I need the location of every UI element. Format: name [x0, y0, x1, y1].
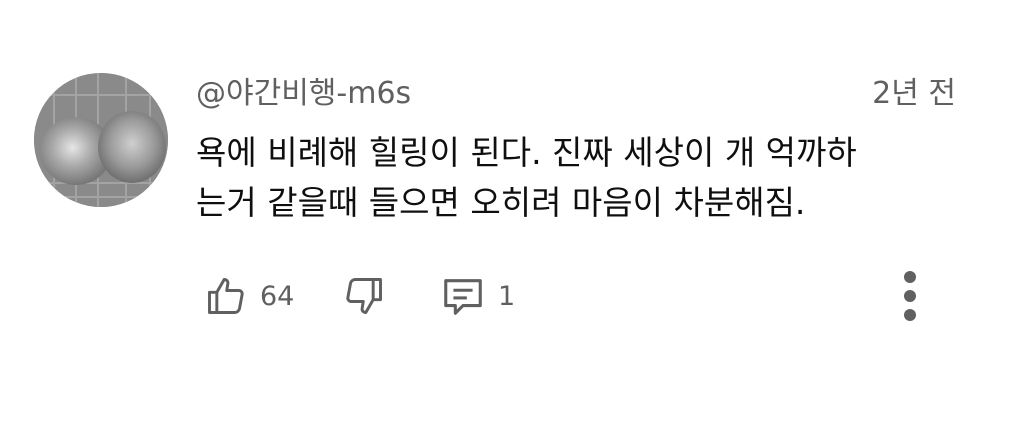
reply-button[interactable]: 1: [440, 272, 515, 320]
avatar[interactable]: [34, 73, 168, 207]
more-vertical-icon: [904, 271, 916, 321]
like-button[interactable]: 64: [204, 272, 294, 320]
comment-icon: [444, 279, 482, 315]
reply-count: 1: [498, 280, 516, 312]
comment-timestamp[interactable]: 2년 전: [872, 74, 956, 114]
like-count: 64: [260, 280, 295, 312]
thumbs-up-icon: [208, 278, 244, 314]
comment-author[interactable]: @야간비행-m6s: [196, 74, 411, 114]
thumbs-down-icon: [346, 278, 382, 314]
avatar-image: [34, 73, 168, 207]
comment-text: 욕에 비례해 힐링이 된다. 진짜 세상이 개 억까하 는거 같을때 들으면 오…: [196, 128, 976, 228]
more-options-button[interactable]: [896, 270, 924, 322]
dislike-button[interactable]: [342, 272, 386, 320]
comment-line: 는거 같을때 들으면 오히려 마음이 차분해짐.: [196, 183, 806, 222]
comment-line: 욕에 비례해 힐링이 된다. 진짜 세상이 개 억까하: [196, 133, 857, 172]
